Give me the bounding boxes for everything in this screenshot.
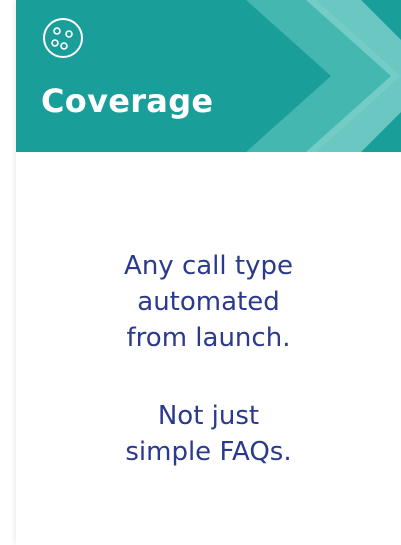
statement-line: automated (137, 287, 280, 317)
card-title: Coverage (41, 82, 214, 120)
note-line: Not just (157, 401, 260, 431)
note-line: simple FAQs. (125, 437, 292, 467)
page: Coverage Any call type automated from la… (0, 0, 401, 545)
statement-line: from launch. (126, 323, 291, 353)
card-header: Coverage (16, 0, 401, 152)
card-body: Any call type automated from launch. Not… (16, 152, 401, 545)
coverage-statement: Any call type automated from launch. (16, 248, 401, 356)
statement-line: Any call type (124, 251, 293, 281)
dots-circle-icon (43, 18, 83, 58)
coverage-note: Not just simple FAQs. (16, 398, 401, 470)
coverage-card: Coverage Any call type automated from la… (16, 0, 401, 545)
